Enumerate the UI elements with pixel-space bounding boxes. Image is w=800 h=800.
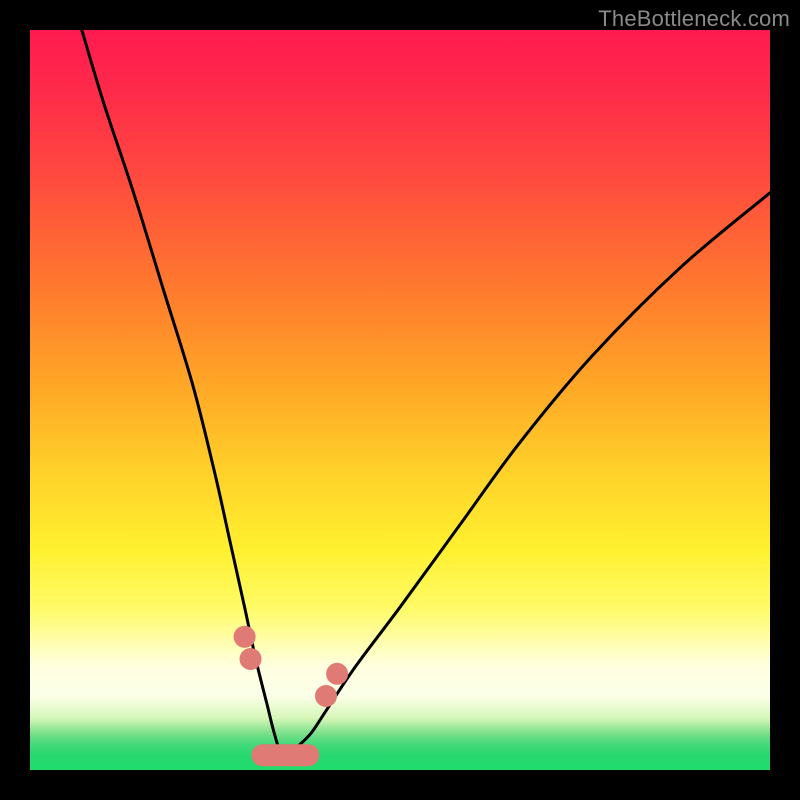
- marker-layer: [234, 626, 349, 766]
- curve-layer: [30, 30, 770, 770]
- watermark-text: TheBottleneck.com: [598, 6, 790, 32]
- chart-frame: TheBottleneck.com: [0, 0, 800, 800]
- left-dot-lower: [240, 648, 262, 670]
- right-dot-upper: [326, 663, 348, 685]
- right-dot-lower: [315, 685, 337, 707]
- plot-area: [30, 30, 770, 770]
- valley-cluster: [251, 744, 319, 766]
- bottleneck-curve: [82, 30, 770, 757]
- left-dot-upper: [234, 626, 256, 648]
